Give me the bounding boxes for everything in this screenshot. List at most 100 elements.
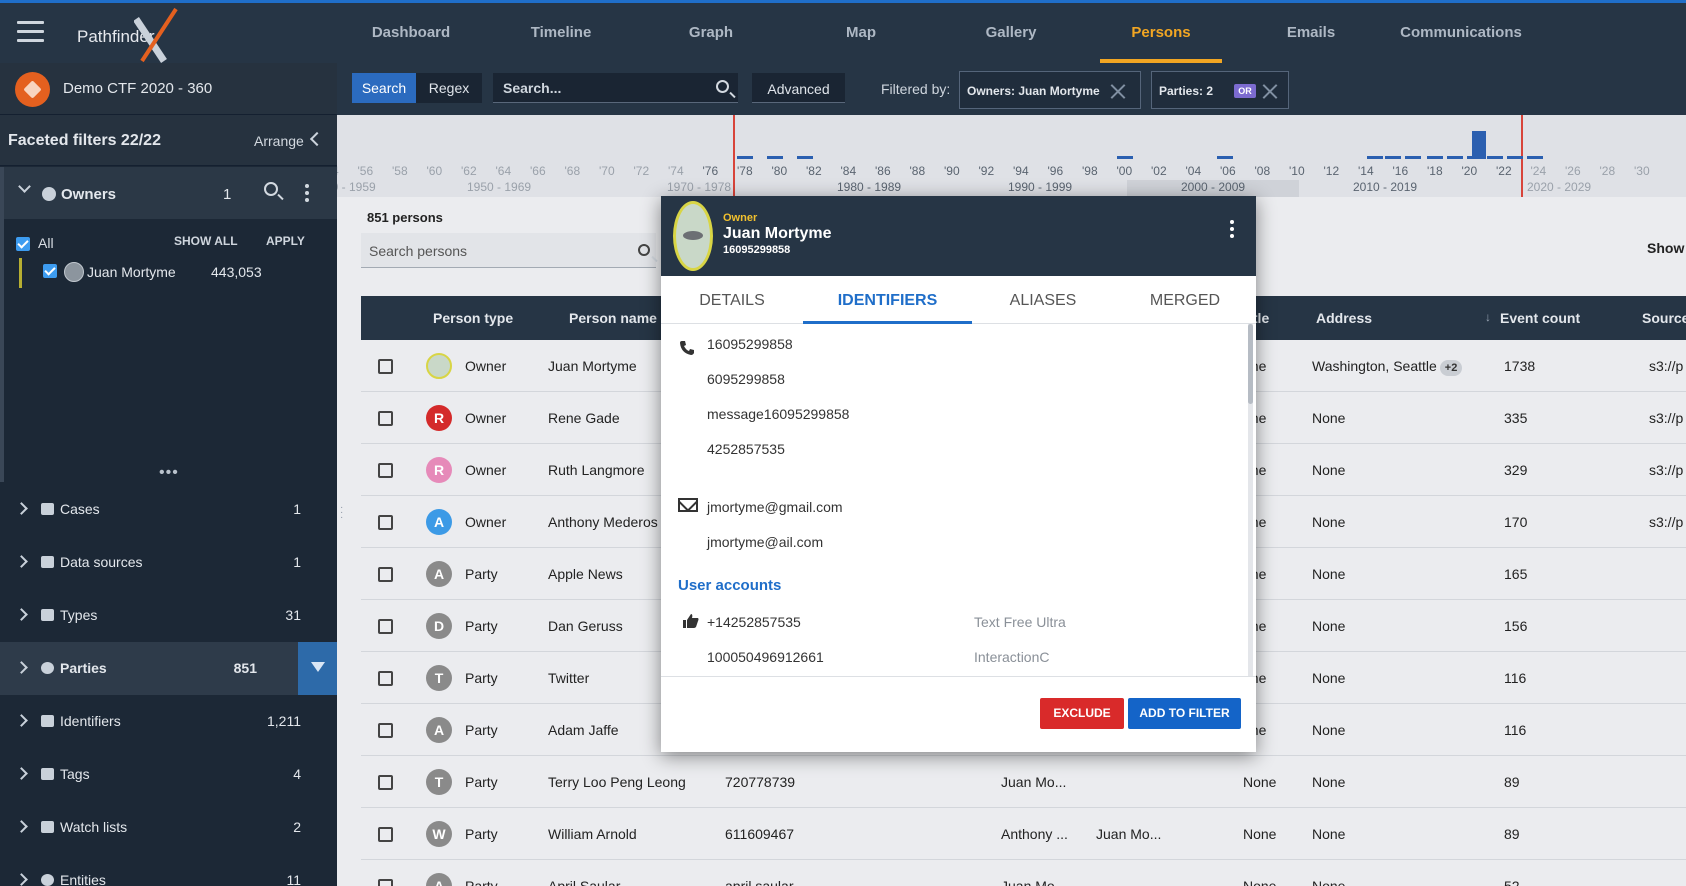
- nav-tab-communications[interactable]: Communications: [1386, 3, 1536, 63]
- add-to-filter-button[interactable]: ADD TO FILTER: [1128, 698, 1241, 729]
- row-checkbox[interactable]: [378, 671, 393, 686]
- facet-watch-lists[interactable]: Watch lists 2: [0, 801, 337, 854]
- timeline-bar[interactable]: [1447, 156, 1463, 159]
- column-event-count[interactable]: Event count: [1500, 310, 1580, 326]
- timeline-bar[interactable]: [1367, 156, 1383, 159]
- apply-button[interactable]: APPLY: [266, 234, 305, 248]
- resize-handle[interactable]: · · ·: [340, 503, 343, 523]
- timeline-bar[interactable]: [797, 156, 813, 159]
- owners-all-checkbox[interactable]: [16, 237, 30, 251]
- identifier-phone[interactable]: 4252857535: [707, 441, 785, 457]
- facet-types[interactable]: Types 31: [0, 589, 337, 642]
- close-icon[interactable]: [1110, 83, 1126, 99]
- timeline-bar[interactable]: [1472, 131, 1486, 159]
- user-account-id[interactable]: +14252857535: [707, 614, 801, 630]
- column-person-name[interactable]: Person name: [569, 310, 657, 326]
- row-checkbox[interactable]: [378, 515, 393, 530]
- sort-down-arrow-icon[interactable]: ↓: [1485, 310, 1491, 324]
- chevron-down-icon[interactable]: [18, 180, 31, 193]
- table-row[interactable]: T Party Terry Loo Peng Leong 720778739 Juan …: [361, 756, 1686, 808]
- identifier-phone[interactable]: 6095299858: [707, 371, 785, 387]
- column-person-type[interactable]: Person type: [433, 310, 513, 326]
- modal-scrollbar[interactable]: [1248, 324, 1253, 676]
- collapse-chevron-left-icon[interactable]: [309, 131, 325, 147]
- hamburger-menu-icon[interactable]: [17, 21, 44, 43]
- user-account-id[interactable]: 100050496912661: [707, 649, 824, 665]
- column-source[interactable]: Source: [1642, 310, 1686, 326]
- search-input[interactable]: Search...: [493, 73, 738, 103]
- timeline-bar[interactable]: [767, 156, 783, 159]
- show-all-button[interactable]: SHOW ALL: [174, 234, 238, 248]
- search-icon[interactable]: [716, 80, 729, 93]
- nav-tab-timeline[interactable]: Timeline: [486, 3, 636, 63]
- tab-merged[interactable]: MERGED: [1114, 278, 1256, 324]
- search-persons-input[interactable]: Search persons: [361, 233, 656, 268]
- nav-tab-dashboard[interactable]: Dashboard: [336, 3, 486, 63]
- avatar: [64, 262, 84, 282]
- identifier-email[interactable]: jmortyme@ail.com: [707, 534, 823, 550]
- timeline-bar[interactable]: [1405, 156, 1421, 159]
- more-vert-icon[interactable]: [305, 184, 309, 205]
- identifier-email[interactable]: jmortyme@gmail.com: [707, 499, 843, 515]
- tab-identifiers[interactable]: IDENTIFIERS: [803, 278, 972, 324]
- owner-checkbox[interactable]: [43, 264, 57, 278]
- cell-title: None: [1243, 774, 1277, 790]
- row-checkbox[interactable]: [378, 879, 393, 886]
- facet-identifiers[interactable]: Identifiers 1,211: [0, 695, 337, 748]
- cell-event-count: 156: [1504, 618, 1528, 634]
- column-address[interactable]: Address: [1316, 310, 1372, 326]
- row-checkbox[interactable]: [378, 567, 393, 582]
- tab-aliases[interactable]: ALIASES: [972, 278, 1114, 324]
- tab-details[interactable]: DETAILS: [661, 278, 803, 324]
- timeline-bar[interactable]: [1487, 156, 1503, 159]
- filter-funnel-icon[interactable]: [298, 642, 337, 695]
- facet-tags[interactable]: Tags 4: [0, 748, 337, 801]
- row-checkbox[interactable]: [378, 619, 393, 634]
- advanced-search-button[interactable]: Advanced: [752, 73, 845, 103]
- timeline-bar[interactable]: [1385, 156, 1401, 159]
- row-checkbox[interactable]: [378, 723, 393, 738]
- timeline-bar[interactable]: [1117, 156, 1133, 159]
- search-mode-button[interactable]: Search: [352, 73, 416, 103]
- filter-chip-parties[interactable]: Parties: 2 OR: [1151, 71, 1289, 109]
- exclude-button[interactable]: EXCLUDE: [1040, 698, 1124, 729]
- identifier-phone[interactable]: message16095299858: [707, 406, 849, 422]
- facet-parties[interactable]: Parties 851: [0, 642, 337, 695]
- search-icon[interactable]: [638, 244, 650, 256]
- timeline-bar[interactable]: [1527, 156, 1543, 159]
- nav-tab-gallery[interactable]: Gallery: [936, 3, 1086, 63]
- row-checkbox[interactable]: [378, 463, 393, 478]
- show-label[interactable]: Show: [1647, 240, 1684, 256]
- nav-tab-map[interactable]: Map: [786, 3, 936, 63]
- more-vert-icon[interactable]: [1230, 220, 1234, 241]
- facet-entities[interactable]: Entities 11: [0, 854, 337, 886]
- timeline-start-marker[interactable]: [733, 115, 735, 197]
- address-more-badge[interactable]: +2: [1439, 360, 1463, 376]
- row-checkbox[interactable]: [378, 827, 393, 842]
- identifier-phone[interactable]: 16095299858: [707, 336, 793, 352]
- table-row[interactable]: W Party William Arnold 611609467 Anthony ...…: [361, 808, 1686, 860]
- search-icon[interactable]: [264, 182, 278, 196]
- resize-handle-dots[interactable]: •••: [159, 464, 179, 482]
- facet-cases[interactable]: Cases 1: [0, 483, 337, 536]
- timeline-bar[interactable]: [1217, 156, 1233, 159]
- timeline-histogram[interactable]: '54 '56 '58 '60 '62 '64 '66 '68 '70 '72 '74 '76 '78 '…: [337, 115, 1686, 197]
- timeline-bar[interactable]: [737, 156, 753, 159]
- table-row[interactable]: A Party April Saular april.saular Juan Mo...…: [361, 860, 1686, 886]
- row-checkbox[interactable]: [378, 359, 393, 374]
- owners-facet-header[interactable]: Owners 1: [4, 167, 337, 219]
- nav-tab-persons[interactable]: Persons: [1086, 3, 1236, 63]
- close-icon[interactable]: [1262, 83, 1278, 99]
- row-checkbox[interactable]: [378, 411, 393, 426]
- arrange-button[interactable]: Arrange: [254, 133, 304, 149]
- regex-mode-button[interactable]: Regex: [416, 73, 482, 103]
- nav-tab-graph[interactable]: Graph: [636, 3, 786, 63]
- facet-data-sources[interactable]: Data sources 1: [0, 536, 337, 589]
- filter-chip-owners[interactable]: Owners: Juan Mortyme: [959, 71, 1141, 109]
- nav-tab-emails[interactable]: Emails: [1236, 3, 1386, 63]
- timeline-bar[interactable]: [1507, 156, 1523, 159]
- timeline-year-label: '84: [840, 164, 857, 178]
- project-selector[interactable]: Demo CTF 2020 - 360: [0, 63, 337, 115]
- timeline-bar[interactable]: [1427, 156, 1443, 159]
- row-checkbox[interactable]: [378, 775, 393, 790]
